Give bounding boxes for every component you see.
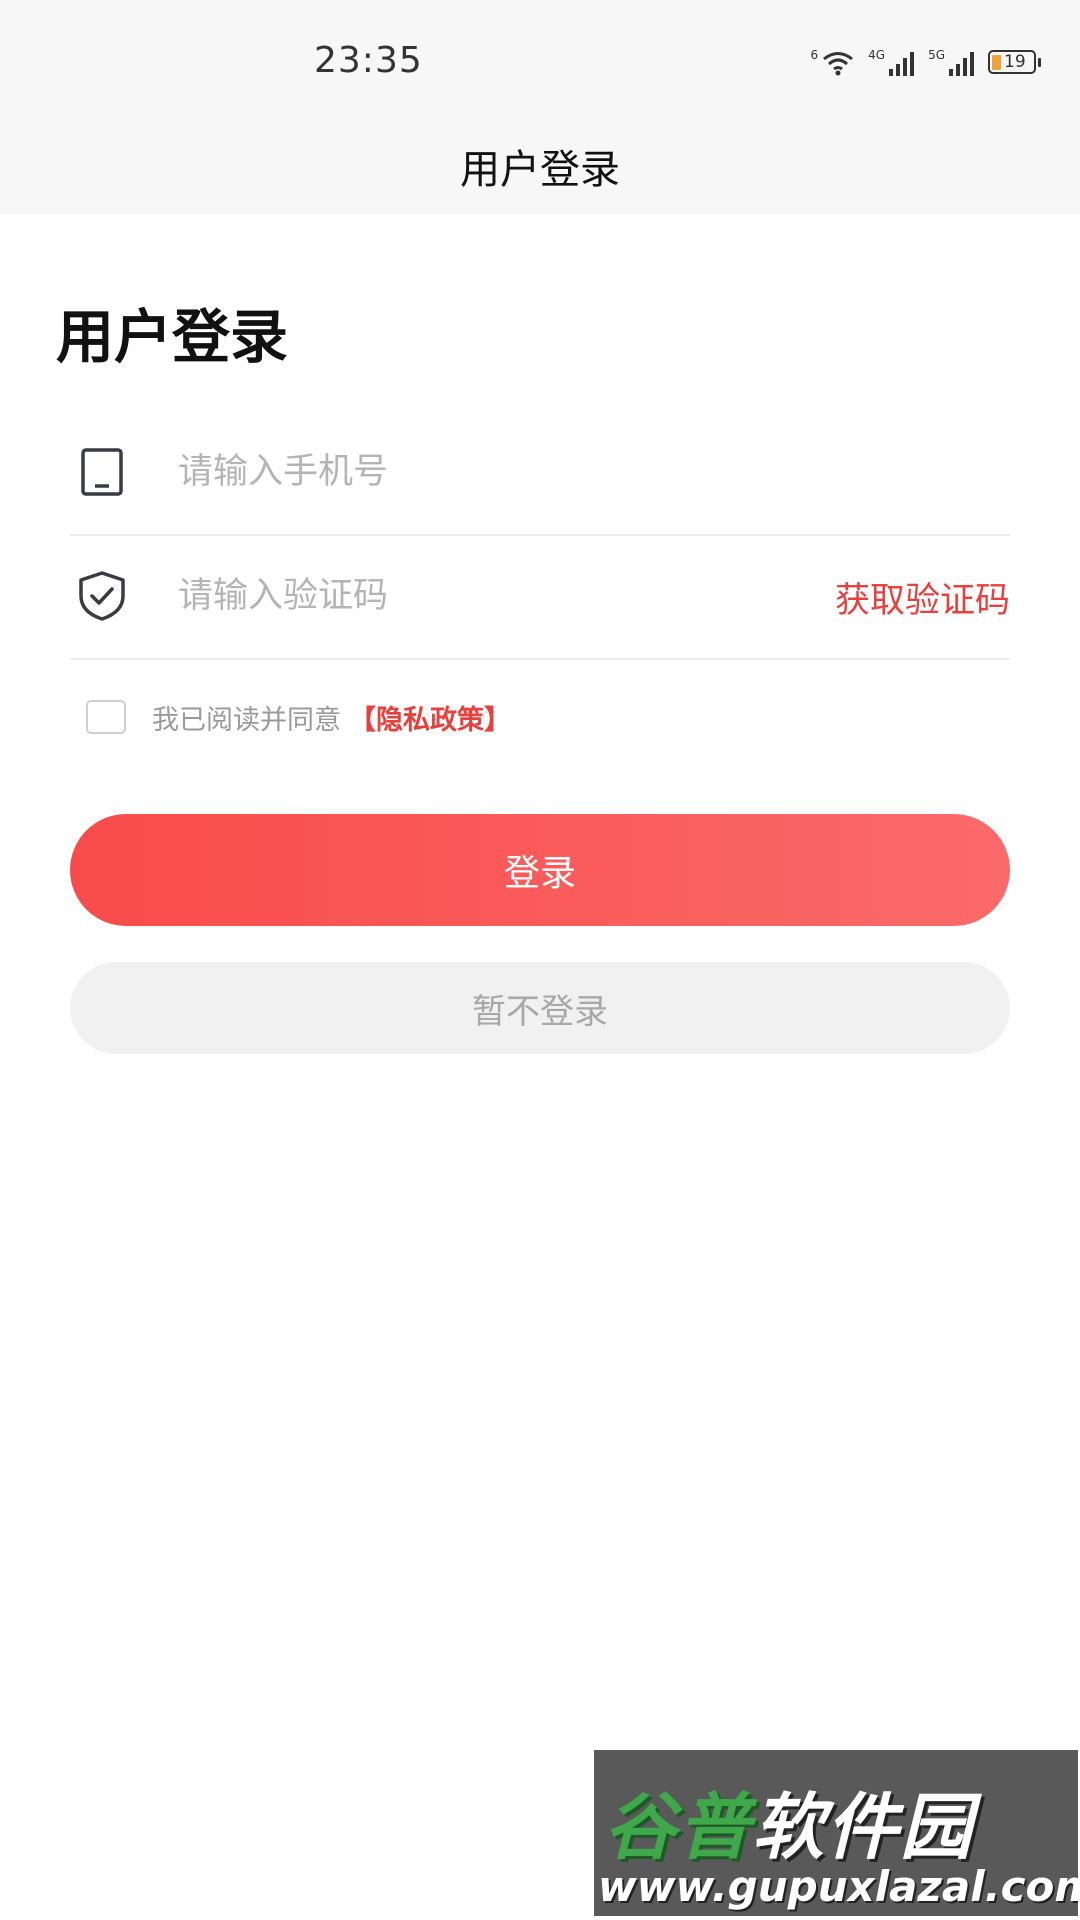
battery-level: 19: [1004, 52, 1026, 72]
privacy-policy-link[interactable]: 【隐私政策】: [349, 698, 511, 737]
skip-login-label: 暂不登录: [472, 991, 608, 1032]
watermark-logo: 谷普软件园 www.gupuxlazal.com: [594, 1750, 1078, 1916]
login-button[interactable]: 登录: [70, 814, 1010, 926]
page-heading: 用户登录: [56, 303, 289, 371]
agree-text: 我已阅读并同意: [152, 704, 341, 736]
status-time: 23:35: [314, 40, 423, 81]
code-field-row: 获取验证码: [70, 534, 1010, 660]
agree-checkbox[interactable]: [86, 700, 126, 734]
signal-5g-tag: 5G: [928, 48, 945, 62]
signal-5g-icon: 5G: [928, 48, 974, 76]
phone-icon: [72, 442, 132, 502]
wifi-tag: 6: [810, 48, 819, 62]
watermark-title-green: 谷普: [604, 1785, 753, 1869]
signal-4g-tag: 4G: [868, 48, 886, 62]
nav-bar: 用户登录: [0, 118, 1080, 214]
battery-fill: [992, 54, 1001, 70]
agreement-row: 我已阅读并同意 【隐私政策】: [86, 695, 511, 739]
phone-field-row: [70, 410, 1010, 536]
code-input[interactable]: [176, 575, 740, 617]
wifi-icon: 6: [810, 48, 854, 76]
nav-title: 用户登录: [460, 147, 620, 193]
battery-icon: 19: [988, 50, 1041, 74]
status-icons: 6 4G 5G 19: [810, 44, 1041, 80]
skip-login-button[interactable]: 暂不登录: [70, 962, 1010, 1054]
watermark-title: 谷普软件园: [604, 1768, 974, 1873]
get-code-button[interactable]: 获取验证码: [835, 572, 1010, 623]
login-button-label: 登录: [503, 853, 576, 894]
shield-check-icon: [72, 566, 132, 626]
status-bar: 23:35 6 4G 5G 19: [0, 0, 1080, 118]
watermark-url: www.gupuxlazal.com: [598, 1862, 1078, 1911]
signal-4g-icon: 4G: [868, 48, 915, 76]
phone-input[interactable]: [176, 451, 740, 493]
watermark-title-white: 软件园: [752, 1785, 975, 1869]
